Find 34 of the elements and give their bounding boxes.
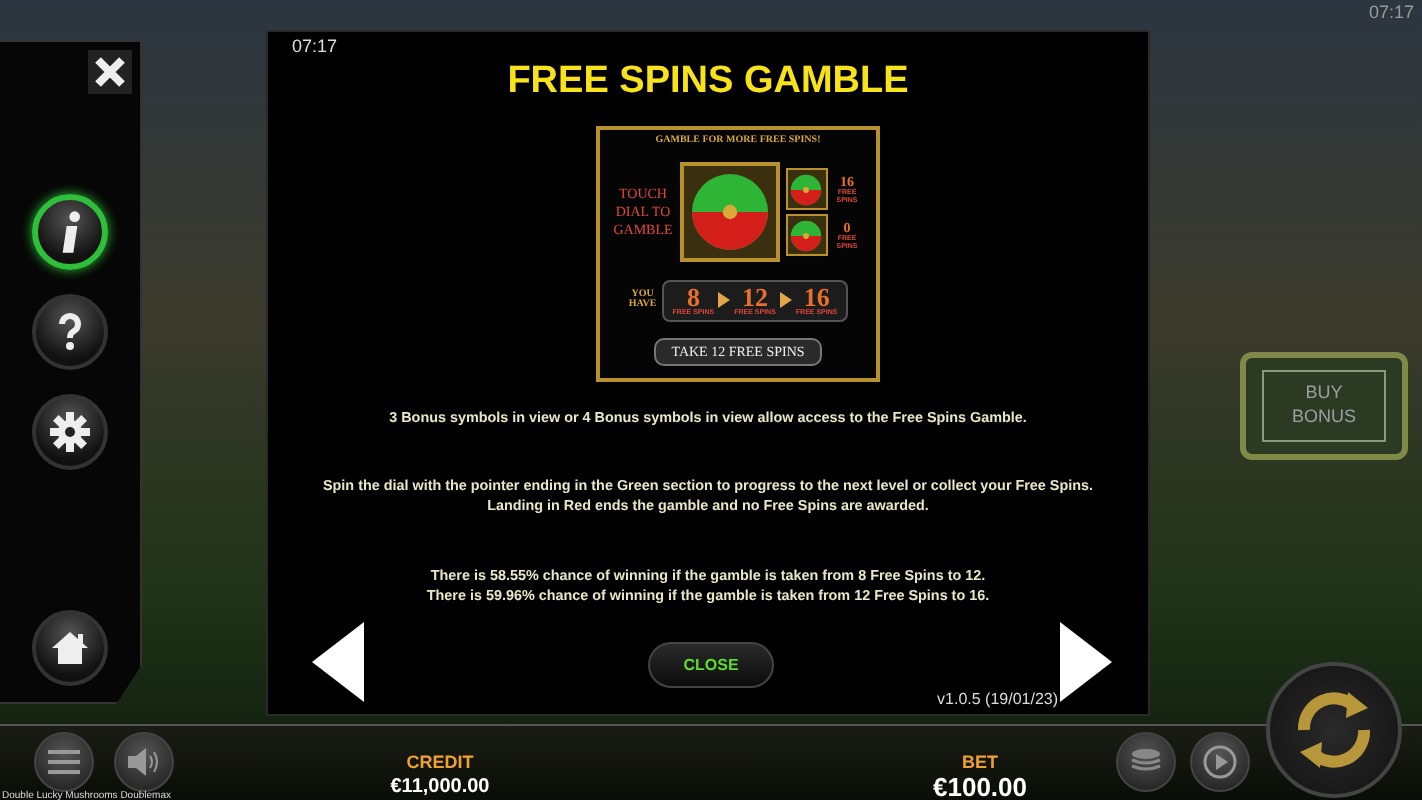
settings-button[interactable] <box>32 394 108 470</box>
close-button[interactable]: CLOSE <box>648 642 774 688</box>
info-icon <box>58 210 82 254</box>
arrow-right-icon <box>718 292 731 309</box>
bet-button[interactable] <box>1116 732 1176 792</box>
help-button[interactable] <box>32 294 108 370</box>
next-arrow[interactable] <box>1060 622 1112 702</box>
menu-button[interactable] <box>34 732 94 792</box>
home-button[interactable] <box>32 610 108 686</box>
dialog-clock: 07:17 <box>292 36 338 56</box>
previous-arrow[interactable] <box>312 622 364 702</box>
gamble-dial <box>689 172 769 253</box>
close-button[interactable] <box>88 50 132 94</box>
version-text: v1.0.5 (19/01/23) <box>937 690 1058 708</box>
arrow-right-icon <box>779 292 792 309</box>
info-button[interactable] <box>32 194 108 270</box>
settings-icon <box>46 408 94 456</box>
credit-value: €11,000.00 <box>390 776 490 798</box>
coin-stack-icon <box>1130 748 1162 776</box>
autoplay-icon <box>1202 744 1238 780</box>
dialog-title: FREE SPINS GAMBLE <box>505 60 911 104</box>
credit-label: CREDIT <box>406 752 474 772</box>
menu-icon <box>48 750 80 774</box>
autoplay-button[interactable] <box>1190 732 1250 792</box>
bet-label: BET <box>962 752 998 772</box>
bet-value: €100.00 <box>933 772 1027 800</box>
close-icon <box>94 56 126 88</box>
status-clock: 07:17 <box>1368 2 1414 22</box>
buy-bonus-button[interactable]: BUY BONUS <box>1240 352 1408 460</box>
small-dial <box>790 173 822 206</box>
speaker-icon <box>128 748 160 776</box>
spins-count: 12 <box>742 283 768 310</box>
small-dial <box>790 219 822 252</box>
sound-button[interactable] <box>114 732 174 792</box>
